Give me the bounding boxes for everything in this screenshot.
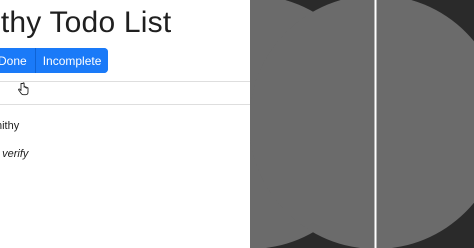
done-filter-button[interactable]: Done: [0, 48, 36, 73]
page-title: ithy Todo List: [0, 6, 172, 39]
video-overlay-panel: [250, 0, 474, 248]
todo-item[interactable]: t verify: [0, 148, 28, 160]
divider: [0, 81, 250, 82]
filter-button-group: Done Incomplete: [0, 48, 109, 73]
todo-app-panel: ithy Todo List Done Incomplete nithy t v…: [0, 0, 250, 248]
overlay-graphic: [250, 0, 474, 248]
todo-item[interactable]: nithy: [0, 120, 19, 132]
screen: ithy Todo List Done Incomplete nithy t v…: [0, 0, 474, 248]
divider: [0, 104, 250, 105]
vertical-divider-line: [374, 0, 377, 248]
hand-cursor-icon: [18, 82, 29, 96]
incomplete-filter-button[interactable]: Incomplete: [35, 48, 109, 73]
